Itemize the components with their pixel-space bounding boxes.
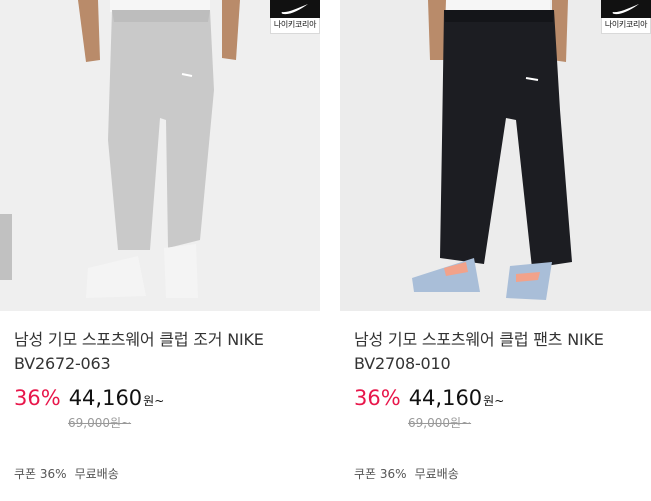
sale-price: 44,160 <box>68 386 143 410</box>
original-price: 69,000원~ <box>68 416 132 430</box>
product-photo <box>78 0 240 298</box>
product-card[interactable]: 나이키코리아 남성 기모 스포츠웨어 클럽 팬츠 NIKE BV2708-010… <box>340 0 651 501</box>
price-row: 36% 44,160 원~ <box>14 386 164 410</box>
price-row: 36% 44,160 원~ <box>354 386 504 410</box>
currency-label: 원~ <box>483 394 505 408</box>
nike-swoosh-icon <box>601 0 651 18</box>
product-photo <box>412 0 572 300</box>
product-title[interactable]: 남성 기모 스포츠웨어 클럽 조거 NIKE BV2672-063 <box>14 328 304 376</box>
product-image[interactable]: 나이키코리아 <box>0 0 320 311</box>
carousel-prev-handle[interactable] <box>0 214 12 280</box>
product-image[interactable]: 나이키코리아 <box>340 0 651 311</box>
sale-price: 44,160 <box>408 386 483 410</box>
shipping-tag: 무료배송 <box>74 467 119 481</box>
brand-badge-label: 나이키코리아 <box>273 20 317 29</box>
brand-badge-label: 나이키코리아 <box>604 20 648 29</box>
original-price: 69,000원~ <box>408 416 472 430</box>
brand-badge[interactable]: 나이키코리아 <box>601 0 651 34</box>
discount-rate: 36% <box>354 386 401 410</box>
product-title[interactable]: 남성 기모 스포츠웨어 클럽 팬츠 NIKE BV2708-010 <box>354 328 644 376</box>
benefit-tags: 쿠폰 36% 무료배송 <box>14 465 119 482</box>
nike-swoosh-icon <box>270 0 320 18</box>
currency-label: 원~ <box>143 394 165 408</box>
shipping-tag: 무료배송 <box>414 467 459 481</box>
coupon-tag: 쿠폰 36% <box>354 467 407 481</box>
coupon-tag: 쿠폰 36% <box>14 467 67 481</box>
discount-rate: 36% <box>14 386 61 410</box>
benefit-tags: 쿠폰 36% 무료배송 <box>354 465 459 482</box>
brand-badge[interactable]: 나이키코리아 <box>270 0 320 34</box>
product-card[interactable]: 나이키코리아 남성 기모 스포츠웨어 클럽 조거 NIKE BV2672-063… <box>0 0 320 501</box>
